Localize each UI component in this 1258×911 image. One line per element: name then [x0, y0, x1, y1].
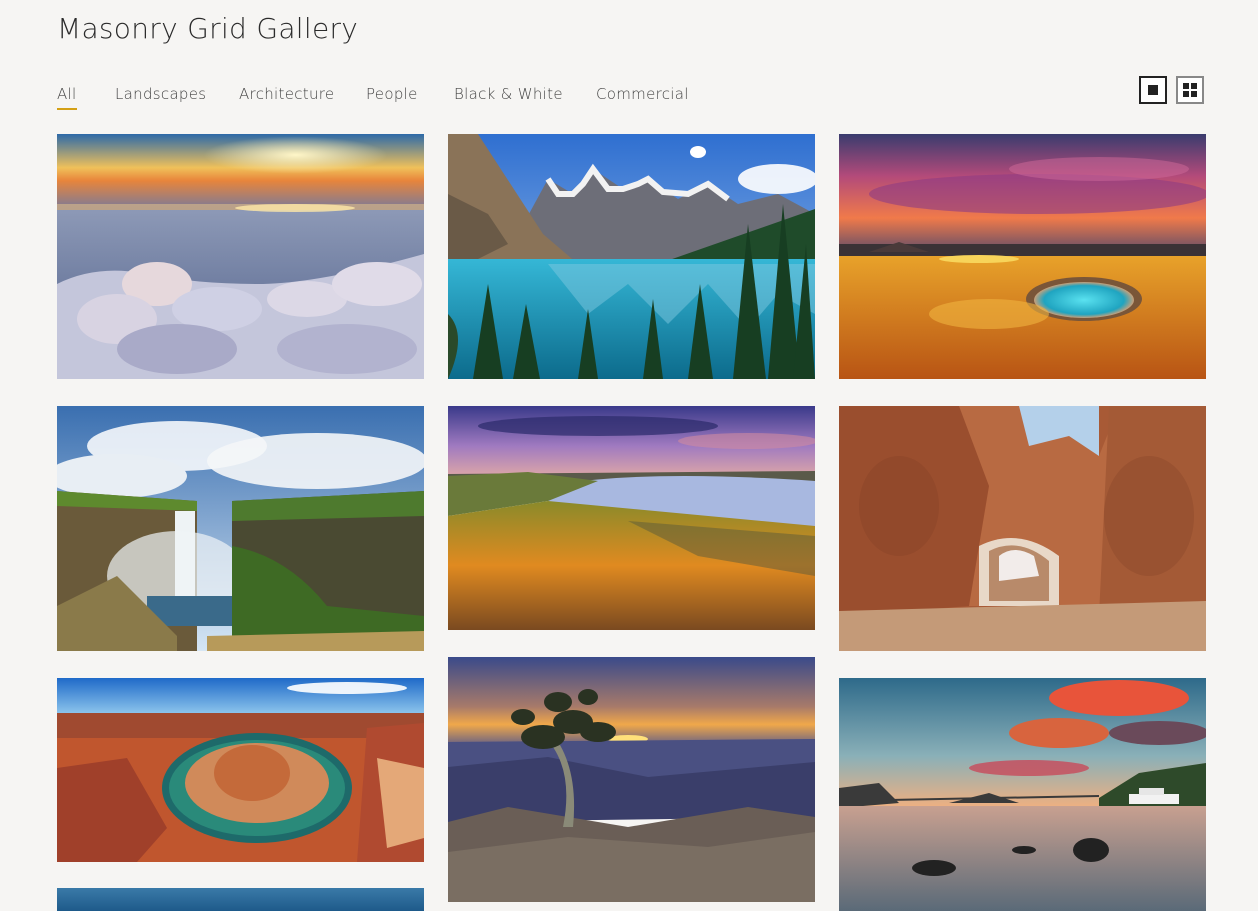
single-view-icon	[1148, 85, 1158, 95]
photo-lake-golden-grass[interactable]	[448, 406, 815, 630]
photo-frozen-lake-sunset[interactable]	[57, 134, 424, 379]
filter-landscapes[interactable]: Landscapes	[115, 85, 206, 103]
filter-commercial[interactable]: Commercial	[596, 85, 689, 103]
filter-people[interactable]: People	[366, 85, 418, 103]
photo-horseshoe-bend[interactable]	[57, 678, 424, 862]
single-view-button[interactable]	[1139, 76, 1167, 104]
photo-mountain-lake[interactable]	[448, 134, 815, 379]
photo-partial-bottom[interactable]	[57, 888, 424, 911]
grid-view-icon	[1183, 83, 1197, 97]
filter-all[interactable]: All	[57, 85, 77, 110]
photo-lone-tree-canyon-sunset[interactable]	[448, 657, 815, 902]
grid-view-button[interactable]	[1176, 76, 1204, 104]
photo-waterfall-gorge[interactable]	[57, 406, 424, 651]
photo-volcanic-pool-sunset[interactable]	[839, 134, 1206, 379]
filter-black-white[interactable]: Black & White	[454, 85, 563, 103]
photo-calm-lake-sunset-boat[interactable]	[839, 678, 1206, 911]
filter-architecture[interactable]: Architecture	[239, 85, 334, 103]
photo-rock-arch-canyon[interactable]	[839, 406, 1206, 651]
page-title: Masonry Grid Gallery	[57, 12, 359, 45]
